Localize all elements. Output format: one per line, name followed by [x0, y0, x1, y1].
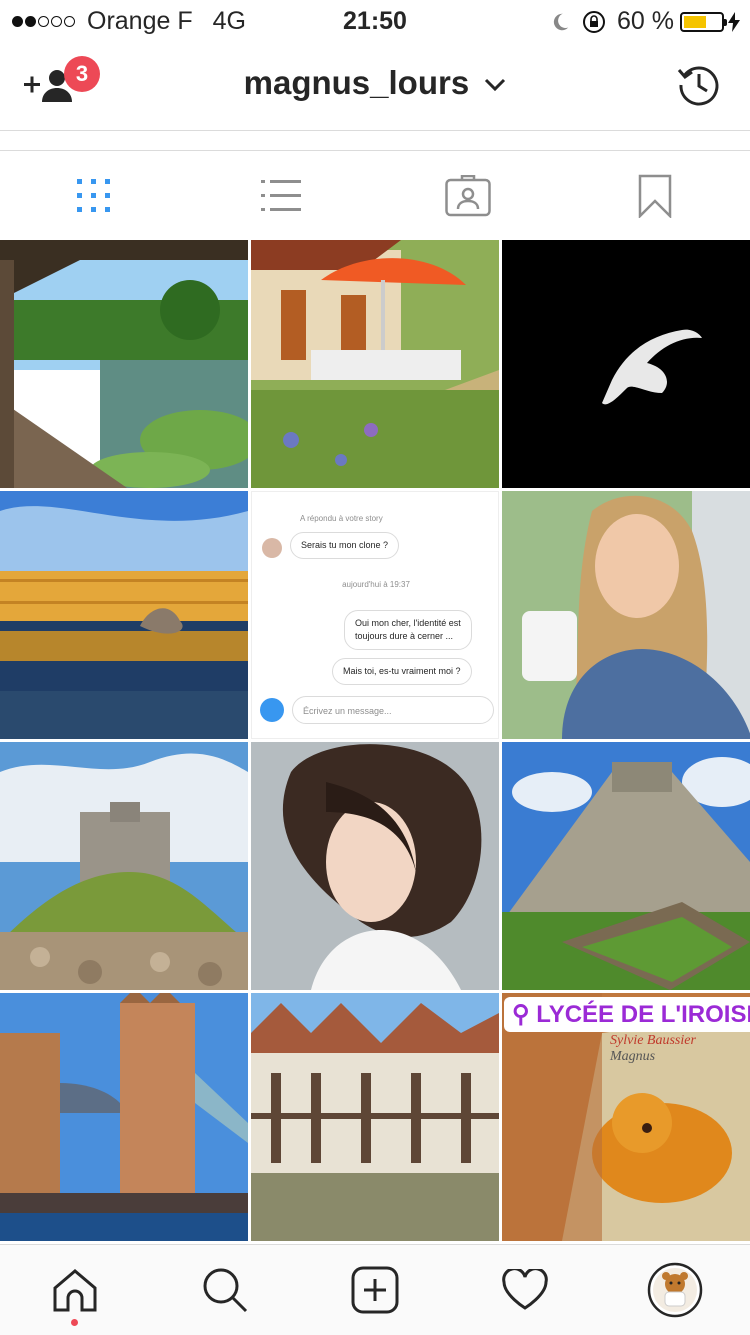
search-icon [203, 1268, 248, 1313]
rotation-lock-icon [583, 10, 606, 33]
location-sticker: ⚲ LYCÉE DE L'IROISE [504, 997, 750, 1032]
bookmark-icon [638, 174, 671, 218]
battery-icon [680, 11, 727, 32]
chat-message: toujours dure à cerner ... [355, 631, 454, 641]
post-thumbnail[interactable] [251, 240, 499, 488]
nav-profile[interactable] [600, 1245, 750, 1335]
nav-activity[interactable] [450, 1245, 600, 1335]
post-thumbnail[interactable] [0, 742, 248, 990]
moon-icon [553, 13, 569, 30]
story-reply-label: A répondu à votre story [300, 514, 383, 523]
grid-icon [76, 179, 110, 212]
chat-message: Mais toi, es-tu vraiment moi ? [332, 658, 472, 685]
battery-percent: 60 % [617, 7, 674, 35]
post-thumbnail[interactable] [502, 742, 750, 990]
post-thumbnail-location[interactable]: ⚲ LYCÉE DE L'IROISE Sylvie Baussier Magn… [502, 993, 750, 1241]
chat-timestamp: aujourd'hui à 19:37 [342, 580, 410, 589]
post-thumbnail[interactable] [502, 491, 750, 739]
nav-new-post[interactable] [300, 1245, 450, 1335]
bottom-navigation [0, 1244, 750, 1335]
profile-tabs [0, 150, 750, 241]
post-thumbnail[interactable] [251, 993, 499, 1241]
status-bar: Orange F 4G 21:50 60 % [0, 0, 750, 40]
chat-message: Serais tu mon clone ? [290, 532, 400, 559]
post-thumbnail[interactable] [502, 240, 750, 488]
location-name: LYCÉE DE L'IROISE [536, 1001, 750, 1028]
post-thumbnail[interactable] [251, 742, 499, 990]
book-author: Sylvie Baussier [610, 1033, 696, 1048]
username-switcher[interactable]: magnus_lours [0, 64, 750, 102]
post-thumbnail-chat[interactable]: A répondu à votre story Serais tu mon cl… [251, 491, 499, 739]
post-thumbnail[interactable] [0, 240, 248, 488]
charging-icon [728, 11, 740, 32]
chat-message: Oui mon cher, l'identité est [355, 618, 461, 628]
book-title: Magnus [610, 1049, 656, 1064]
post-thumbnail[interactable] [0, 491, 248, 739]
username-title: magnus_lours [243, 64, 470, 101]
avatar [262, 538, 282, 558]
history-icon [677, 66, 719, 106]
archive-button[interactable] [676, 62, 722, 113]
heart-icon [502, 1269, 548, 1310]
posts-grid: A répondu à votre story Serais tu mon cl… [0, 240, 750, 1244]
activity-dot [71, 1319, 78, 1326]
message-input: Écrivez un message... [292, 696, 494, 724]
camera-icon [260, 698, 284, 722]
tab-list[interactable] [187, 151, 374, 241]
chevron-down-icon [485, 79, 506, 92]
tagged-user-icon [444, 175, 491, 217]
tab-saved[interactable] [561, 151, 748, 241]
location-pin-icon: ⚲ [512, 1001, 530, 1028]
profile-header: 3 magnus_lours [0, 40, 750, 131]
tab-grid[interactable] [0, 151, 187, 241]
post-thumbnail[interactable] [0, 993, 248, 1241]
tab-tagged[interactable] [374, 151, 561, 241]
profile-avatar [647, 1262, 703, 1318]
home-icon [53, 1269, 97, 1312]
nav-home[interactable] [0, 1245, 150, 1335]
plus-square-icon [351, 1266, 399, 1314]
list-icon [260, 180, 301, 211]
nav-search[interactable] [150, 1245, 300, 1335]
